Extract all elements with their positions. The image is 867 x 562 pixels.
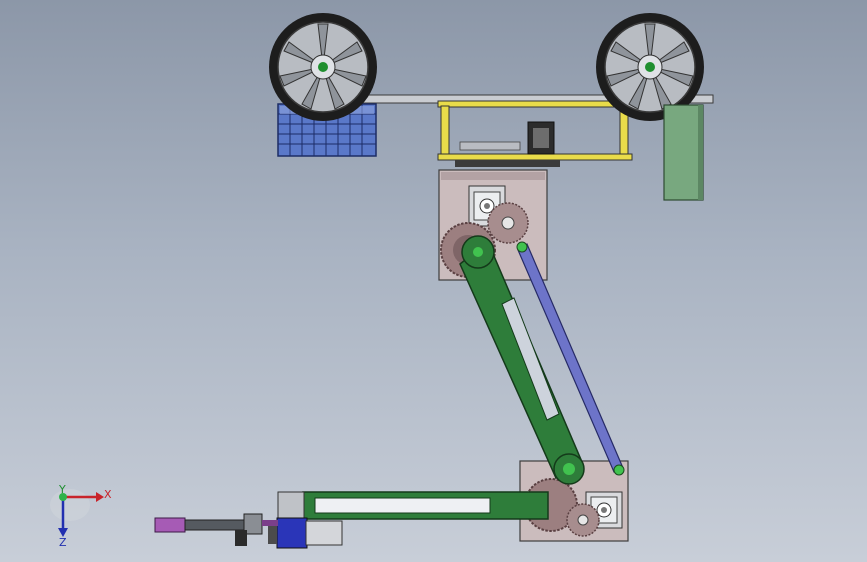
- coordinate-triad: X Y Z: [50, 483, 112, 549]
- x-axis-label: X: [104, 488, 112, 501]
- y-axis-label: Y: [58, 483, 66, 496]
- end-effector-gripper[interactable]: [154, 513, 278, 546]
- x-axis-arrowhead: [96, 492, 104, 502]
- left-wheel[interactable]: [269, 13, 377, 121]
- z-axis-label: Z: [59, 536, 67, 549]
- forearm-link[interactable]: [302, 491, 549, 520]
- cad-graphics-viewport[interactable]: X Y Z: [0, 0, 867, 562]
- robot-arm-assembly-model[interactable]: X Y Z: [0, 0, 867, 562]
- battery-box[interactable]: [663, 104, 704, 201]
